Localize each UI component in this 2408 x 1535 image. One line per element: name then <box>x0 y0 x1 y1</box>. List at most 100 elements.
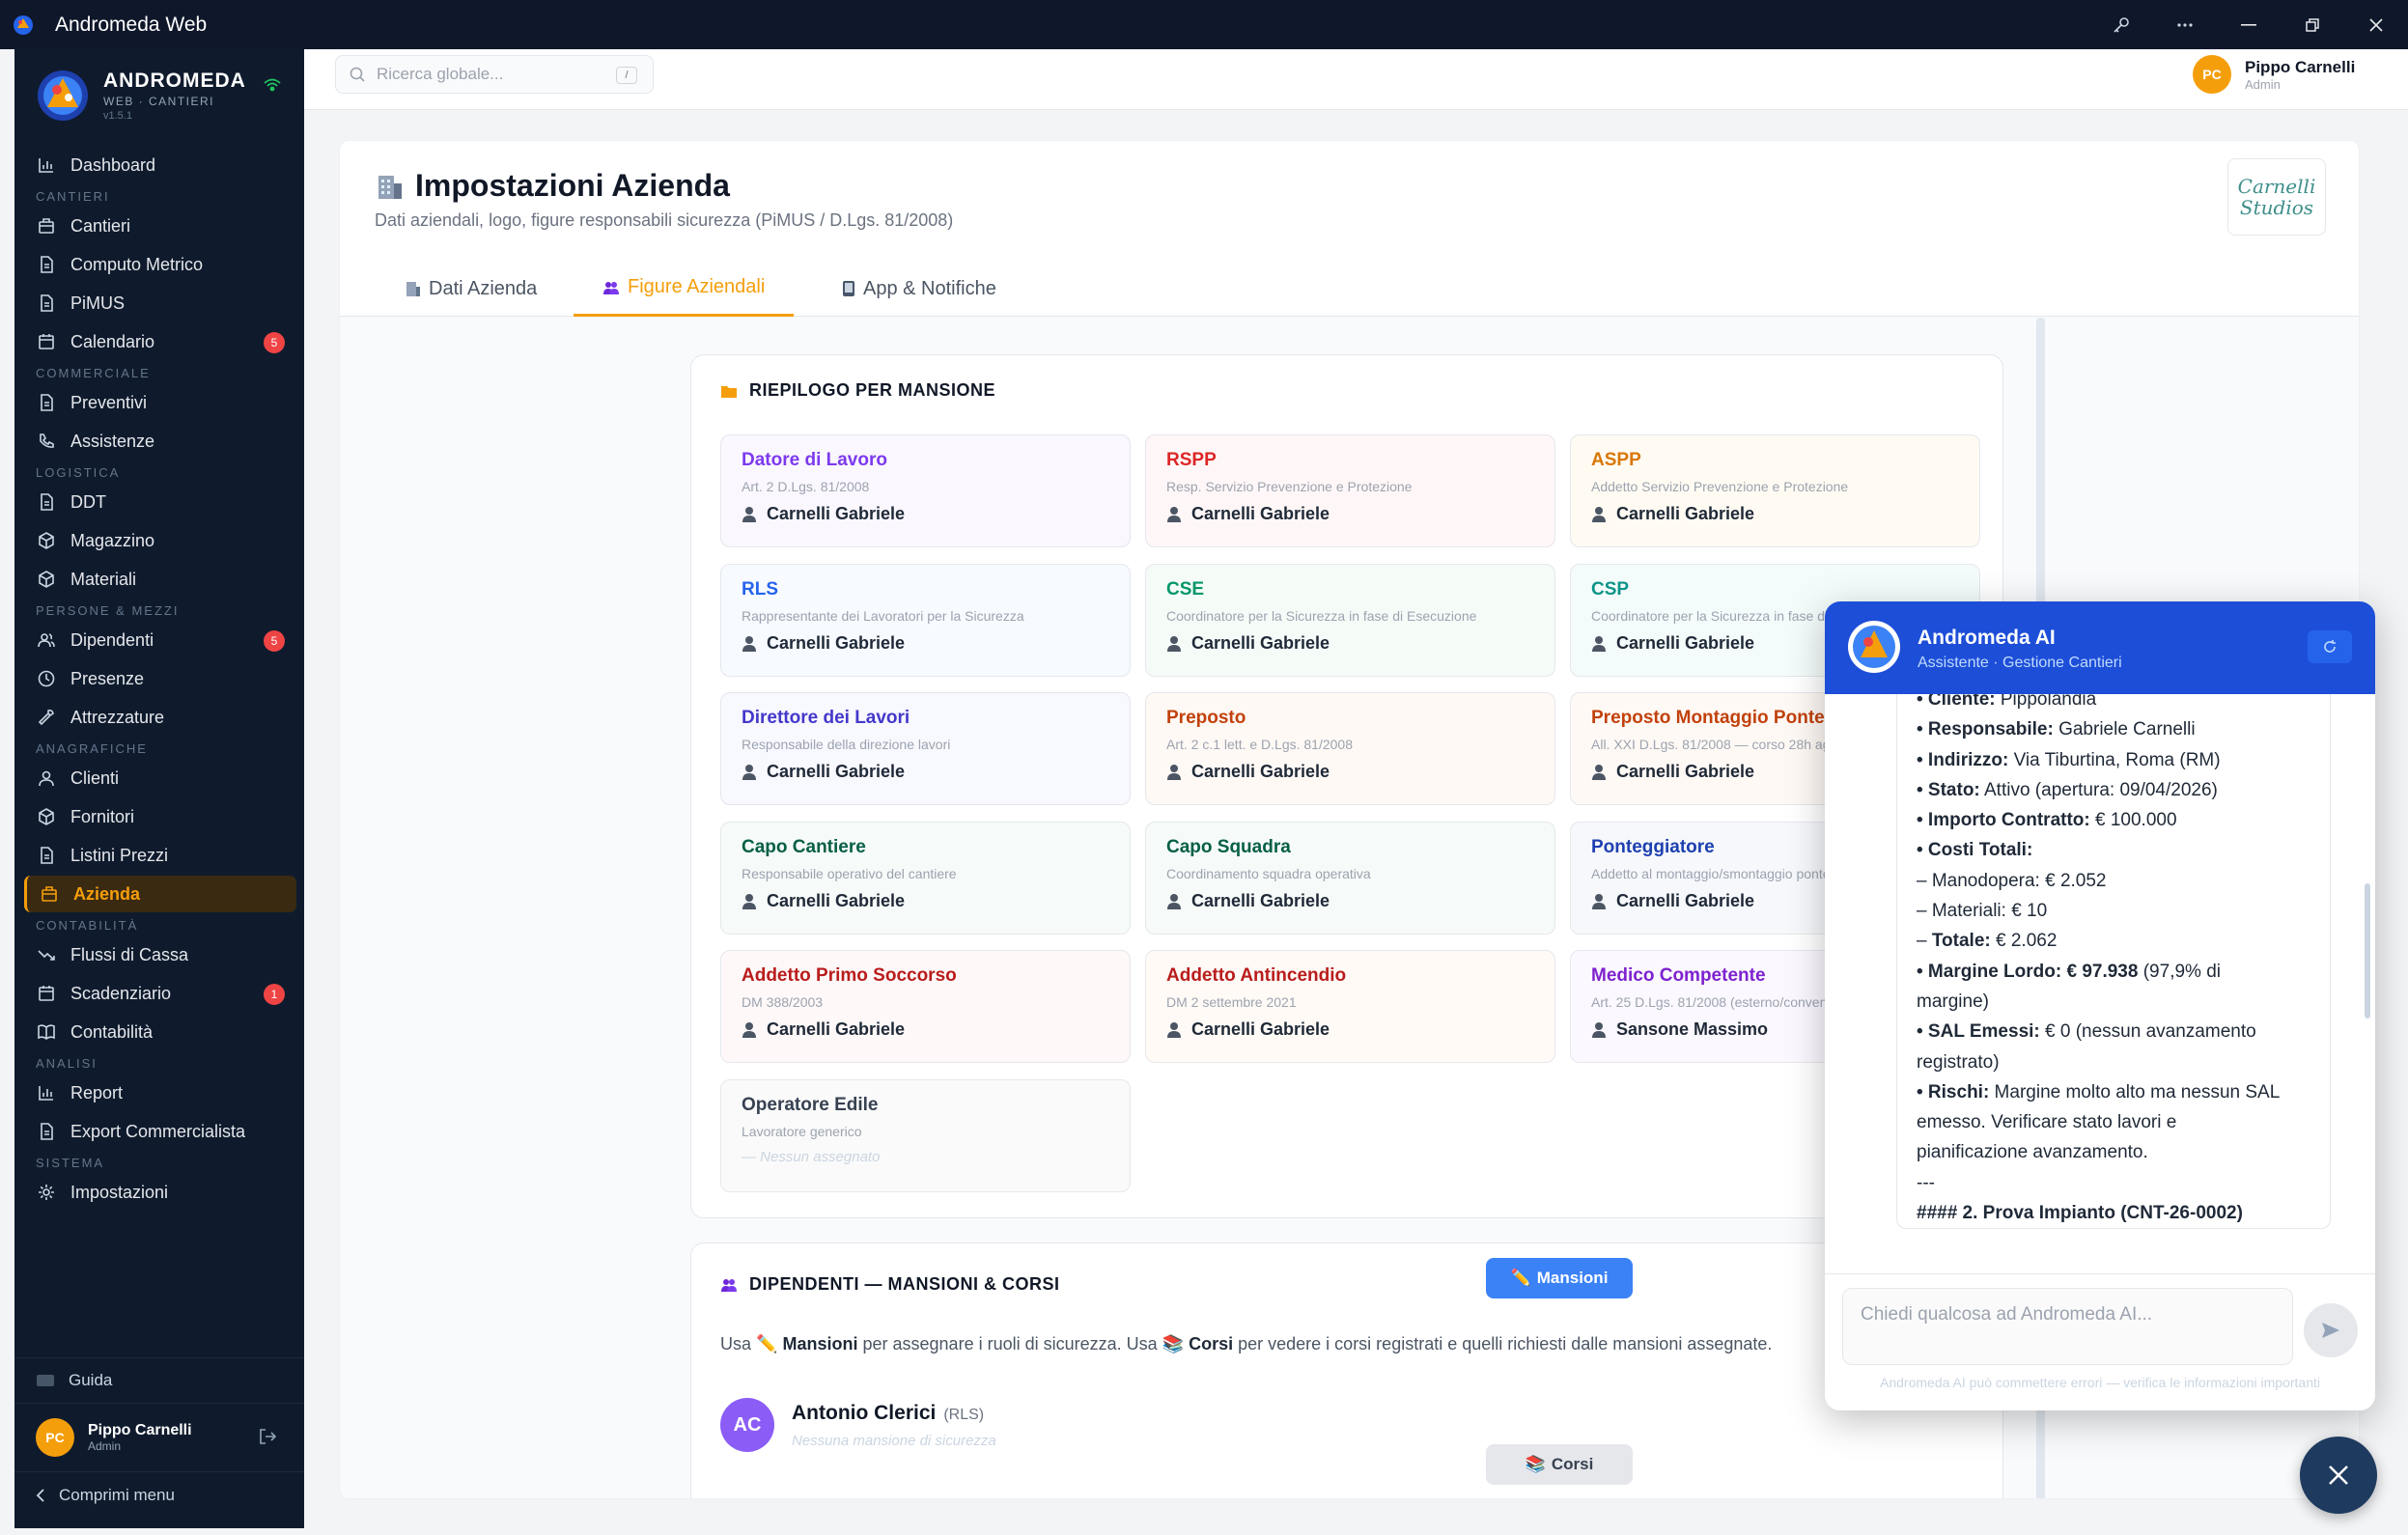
sidebar-guide[interactable]: Guida <box>14 1357 304 1404</box>
sidebar-item-dashboard[interactable]: Dashboard <box>24 147 296 183</box>
books-icon: 📚 <box>1525 1455 1546 1473</box>
page-title: Impostazioni Azienda <box>415 168 730 203</box>
employee-role: (RLS) <box>943 1406 985 1423</box>
sidebar-item-ddt[interactable]: DDT <box>24 484 296 520</box>
ai-close-fab[interactable] <box>2300 1437 2377 1514</box>
key-icon[interactable] <box>2089 0 2153 49</box>
sidebar-item-export[interactable]: Export Commercialista <box>24 1113 296 1150</box>
mansioni-button[interactable]: ✏️ Mansioni <box>1486 1258 1633 1298</box>
employee-row[interactable]: AC Antonio Clerici (RLS) Nessuna mansione… <box>720 1398 996 1452</box>
role-subtitle: Rappresentante dei Lavoratori per la Sic… <box>742 607 1024 624</box>
employee-name: Antonio Clerici <box>792 1401 937 1424</box>
user-role: Admin <box>2245 76 2281 92</box>
logout-icon[interactable] <box>258 1427 277 1446</box>
ai-send-button[interactable] <box>2304 1303 2358 1357</box>
role-card[interactable]: Capo Squadra Coordinamento squadra operat… <box>1145 821 1555 935</box>
sidebar-item-scadenziario[interactable]: Scadenziario 1 <box>24 975 296 1012</box>
role-card[interactable]: Direttore dei Lavori Responsabile della d… <box>720 692 1131 805</box>
ai-chat-input[interactable]: Chiedi qualcosa ad Andromeda AI... <box>1842 1288 2293 1365</box>
user-icon <box>36 768 57 789</box>
sidebar-item-label: Assistenze <box>70 431 155 451</box>
sidebar-item-presenze[interactable]: Presenze <box>24 660 296 697</box>
ai-chat-body[interactable]: • Cliente: Pippolandia • Responsabile: Ga… <box>1825 694 2375 1273</box>
sidebar-item-clienti[interactable]: Clienti <box>24 760 296 796</box>
company-logo[interactable]: Carnelli Studios <box>2227 158 2326 236</box>
section-persone: PERSONE & MEZZI <box>36 603 180 618</box>
ai-refresh-button[interactable] <box>2308 630 2352 663</box>
role-card[interactable]: Preposto Art. 2 c.1 lett. e D.Lgs. 81/200… <box>1145 692 1555 805</box>
corsi-button[interactable]: 📚 Corsi <box>1486 1444 1633 1485</box>
trend-icon <box>36 944 57 965</box>
box-icon <box>36 530 57 551</box>
sidebar-item-preventivi[interactable]: Preventivi <box>24 384 296 421</box>
tab-label: Dati Azienda <box>429 277 538 299</box>
tab-dati-azienda[interactable]: Dati Azienda <box>404 261 537 317</box>
global-search-input[interactable]: Ricerca globale... / <box>335 55 654 94</box>
sidebar-item-label: Computo Metrico <box>70 254 204 274</box>
calendar-icon <box>36 331 57 352</box>
role-card[interactable]: RLS Rappresentante dei Lavoratori per la … <box>720 563 1131 677</box>
section-analisi: ANALISI <box>36 1056 98 1071</box>
sidebar-item-contabilita[interactable]: Contabilità <box>24 1014 296 1050</box>
sidebar-item-materiali[interactable]: Materiali <box>24 561 296 598</box>
more-icon[interactable] <box>2153 0 2217 49</box>
sidebar-item-dipendenti[interactable]: Dipendenti 5 <box>24 622 296 658</box>
clock-icon <box>36 668 57 689</box>
sidebar-item-label: Listini Prezzi <box>70 845 169 865</box>
sidebar-item-report[interactable]: Report <box>24 1074 296 1111</box>
sidebar-item-magazzino[interactable]: Magazzino <box>24 522 296 559</box>
role-person-name: Carnelli Gabriele <box>1616 632 1755 653</box>
person-icon <box>1166 506 1182 522</box>
collapse-menu-button[interactable]: Comprimi menu <box>14 1471 304 1518</box>
dipendenti-title-row: DIPENDENTI — MANSIONI & CORSI <box>720 1274 1060 1295</box>
role-person: Carnelli Gabriele <box>1166 891 1554 911</box>
sidebar-item-cantieri[interactable]: Cantieri <box>24 208 296 244</box>
role-person-name: — Nessun assegnato <box>742 1148 881 1165</box>
office-building-icon <box>375 172 404 201</box>
tab-figure-aziendali[interactable]: Figure Aziendali <box>574 261 795 317</box>
tab-app-notifiche[interactable]: App & Notifiche <box>842 261 996 317</box>
role-card[interactable]: Capo Cantiere Responsabile operativo del … <box>720 821 1131 935</box>
role-person: Carnelli Gabriele <box>1166 633 1554 654</box>
sidebar-item-azienda[interactable]: Azienda <box>24 876 296 912</box>
role-person: — Nessun assegnato <box>742 1149 1130 1165</box>
restore-icon[interactable] <box>2281 0 2344 49</box>
top-user-menu[interactable]: PC Pippo Carnelli Admin <box>2193 55 2355 94</box>
role-card[interactable]: Addetto Antincendio DM 2 settembre 2021 Ca… <box>1145 950 1555 1063</box>
wrench-icon <box>36 707 57 728</box>
ai-message-line: • Responsabile: Gabriele Carnelli <box>1917 719 2196 740</box>
role-card[interactable]: ASPP Addetto Servizio Prevenzione e Prote… <box>1570 434 1980 547</box>
sidebar-item-label: Calendario <box>70 331 155 351</box>
role-person-name: Carnelli Gabriele <box>767 1019 906 1039</box>
role-title: ASPP <box>1591 450 1641 470</box>
person-icon <box>742 893 757 909</box>
role-card[interactable]: Operatore Edile Lavoratore generico — Ness… <box>720 1078 1131 1192</box>
role-card[interactable]: RSPP Resp. Servizio Prevenzione e Protezi… <box>1145 434 1555 547</box>
sidebar-item-pimus[interactable]: PiMUS <box>24 285 296 321</box>
close-window-icon[interactable] <box>2344 0 2408 49</box>
sidebar-item-listini[interactable]: Listini Prezzi <box>24 837 296 874</box>
role-card[interactable]: Datore di Lavoro Art. 2 D.Lgs. 81/2008 Car… <box>720 434 1131 547</box>
bar-chart-icon <box>36 1082 57 1103</box>
sidebar-item-impostazioni[interactable]: Impostazioni <box>24 1174 296 1211</box>
ai-scrollbar[interactable] <box>2365 883 2370 1019</box>
ai-title: Andromeda AI <box>1918 627 2056 649</box>
sidebar-user[interactable]: PC Pippo Carnelli Admin <box>14 1404 304 1471</box>
sidebar-item-flussi[interactable]: Flussi di Cassa <box>24 936 296 973</box>
ai-message-line: --- <box>1917 1172 1935 1193</box>
dipendenti-note: Usa ✏️ Mansioni per assegnare i ruoli di… <box>720 1334 1772 1354</box>
sidebar-item-calendario[interactable]: Calendario 5 <box>24 323 296 360</box>
avatar: PC <box>2193 55 2231 94</box>
sidebar-item-fornitori[interactable]: Fornitori <box>24 798 296 835</box>
role-person-name: Sansone Massimo <box>1616 1019 1769 1039</box>
section-anagrafiche: ANAGRAFICHE <box>36 741 148 756</box>
minimize-icon[interactable] <box>2217 0 2281 49</box>
sidebar-item-attrezzature[interactable]: Attrezzature <box>24 699 296 736</box>
sidebar-item-assistenze[interactable]: Assistenze <box>24 423 296 460</box>
role-card[interactable]: Addetto Primo Soccorso DM 388/2003 Carnell… <box>720 950 1131 1063</box>
ai-message-line: emesso. Verificare stato lavori e <box>1917 1112 2177 1133</box>
sidebar-item-computo[interactable]: Computo Metrico <box>24 246 296 283</box>
role-card[interactable]: CSE Coordinatore per la Sicurezza in fase… <box>1145 563 1555 677</box>
role-person: Carnelli Gabriele <box>742 1019 1130 1040</box>
user-name: Pippo Carnelli <box>2245 57 2356 76</box>
